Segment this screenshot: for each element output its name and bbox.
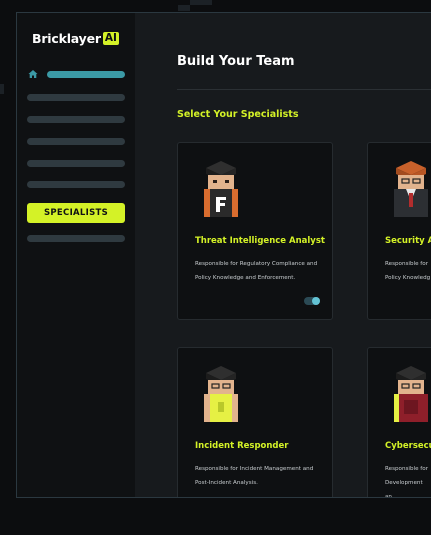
specialist-card[interactable]: Incident Responder Responsible for Incid… [177,347,333,497]
sidebar: Bricklayer AI SPECIALISTS [17,13,135,497]
specialist-card[interactable]: Threat Intelligence Analyst Responsible … [177,142,333,320]
sidebar-item-placeholder[interactable] [27,116,125,123]
sidebar-item-home[interactable] [47,71,125,78]
sidebar-item-placeholder[interactable] [27,138,125,145]
sidebar-item-placeholder[interactable] [27,160,125,167]
specialist-avatar [394,366,428,422]
card-title: Security A [385,236,431,246]
logo-badge: AI [102,32,119,45]
section-title: Select Your Specialists [177,109,299,120]
app-window: Bricklayer AI SPECIALISTS Build Your Tea… [16,12,431,498]
card-title: Cybersecu [385,441,431,451]
sidebar-item-placeholder[interactable] [27,94,125,101]
specialist-avatar [204,366,238,422]
card-title: Threat Intelligence Analyst [195,236,325,246]
specialist-card[interactable]: Security A Responsible for Policy Knowle… [367,142,431,320]
logo: Bricklayer AI [32,31,119,46]
page-title: Build Your Team [177,54,295,69]
sidebar-item-placeholder[interactable] [27,235,125,242]
home-icon[interactable] [27,68,39,80]
background-decoration [190,0,212,5]
specialist-toggle[interactable] [304,297,320,305]
specialist-avatar [204,161,238,217]
card-description: Responsible for Development an [385,466,428,498]
card-description: Responsible for Incident Management and … [195,466,314,486]
background-decoration [178,5,190,11]
card-description: Responsible for Regulatory Compliance an… [195,261,318,281]
divider [177,89,431,90]
background-decoration [0,84,4,94]
sidebar-item-specialists[interactable]: SPECIALISTS [27,203,125,223]
specialist-card[interactable]: Cybersecu Responsible for Development an [367,347,431,498]
logo-text: Bricklayer [32,31,101,46]
card-description: Responsible for Policy Knowledg [385,261,431,281]
specialist-avatar [394,161,428,217]
main-content: Build Your Team Select Your Specialists … [135,13,431,497]
card-title: Incident Responder [195,441,289,451]
sidebar-item-placeholder[interactable] [27,181,125,188]
